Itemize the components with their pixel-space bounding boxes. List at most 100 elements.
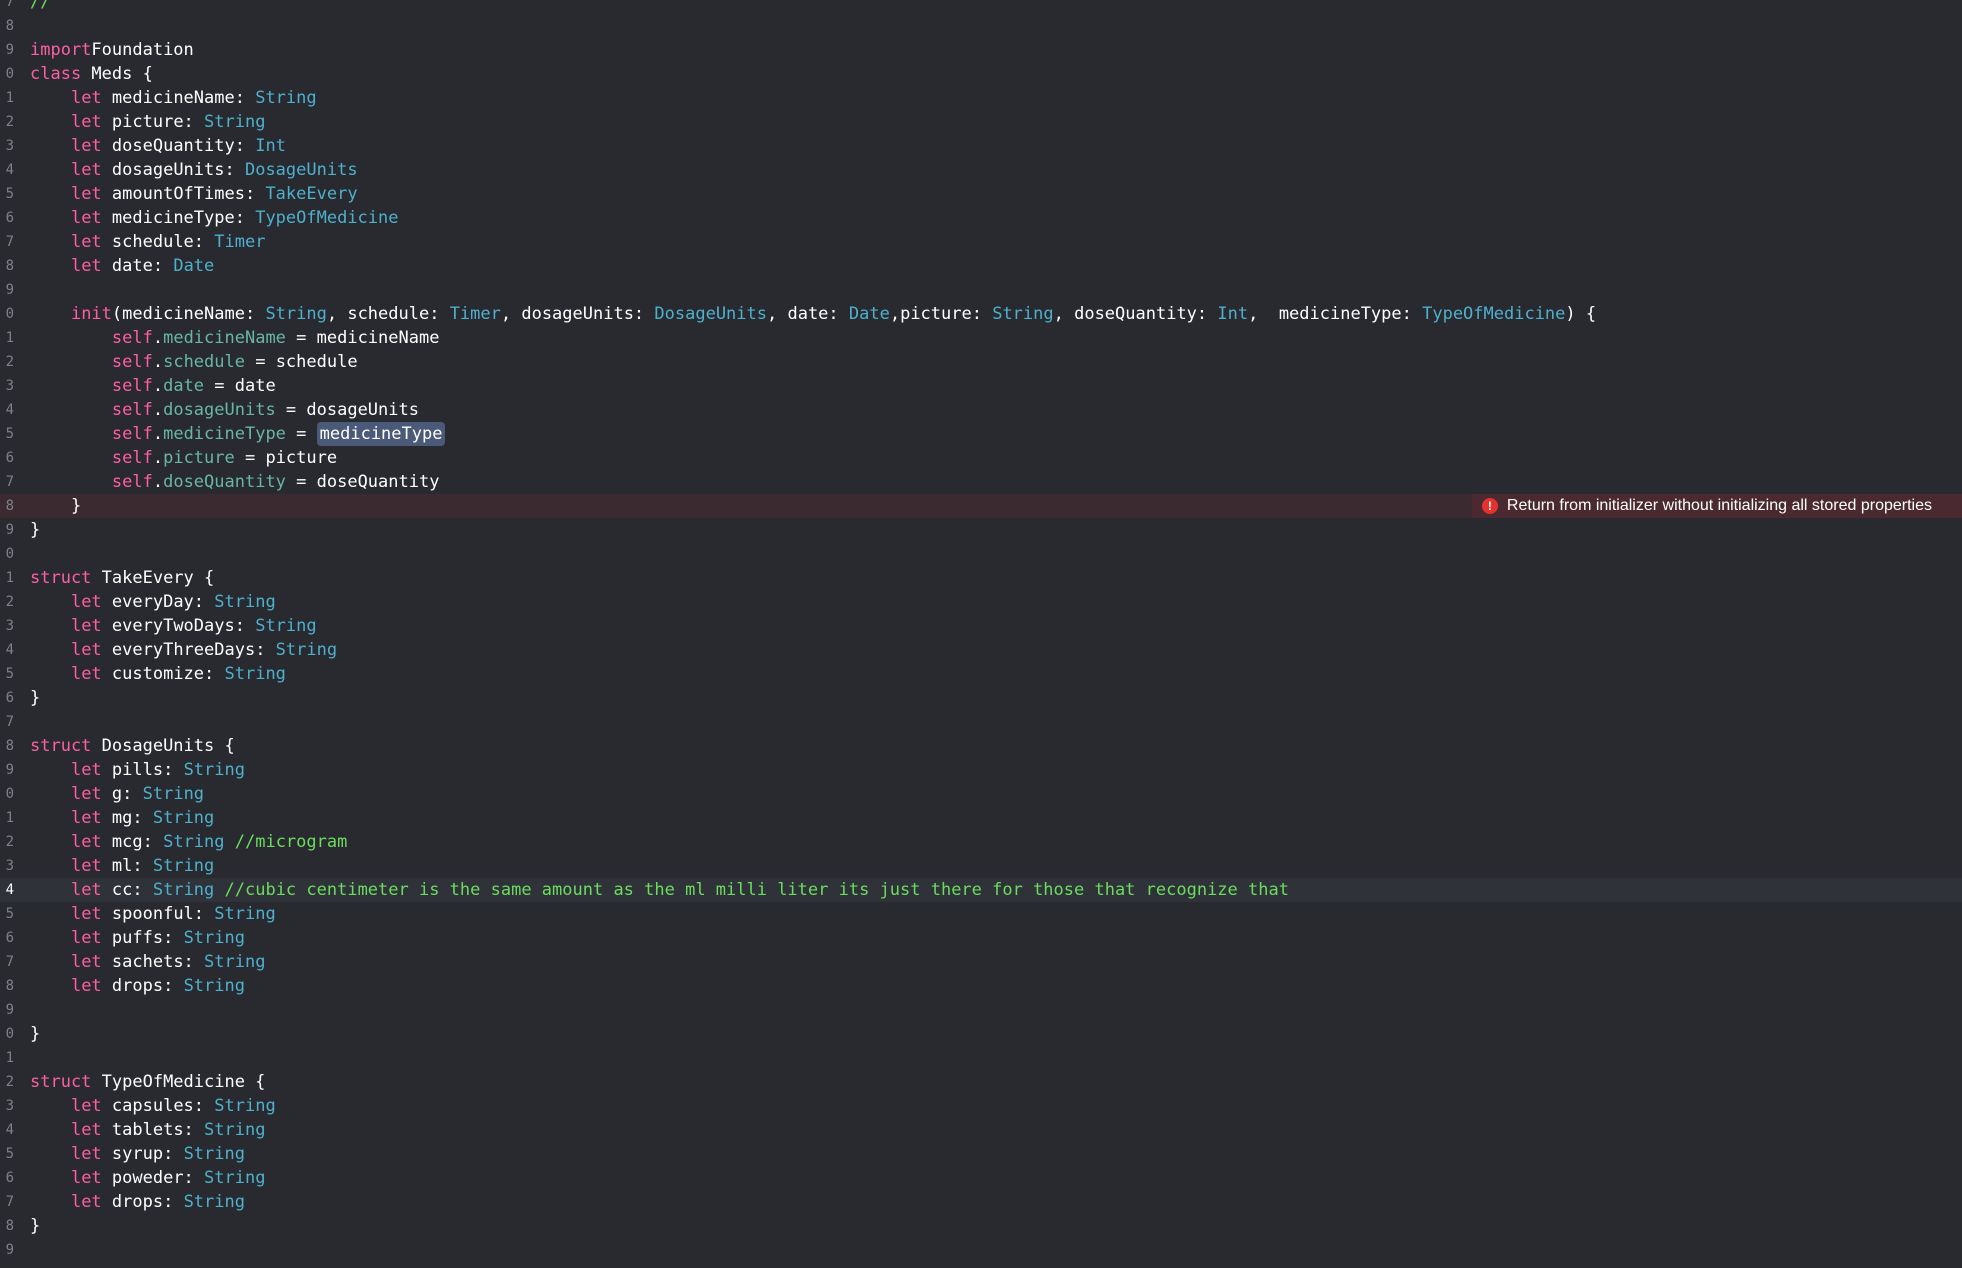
code-line[interactable]: 3 let capsules: String bbox=[0, 1094, 1962, 1118]
code-text[interactable]: let drops: String bbox=[30, 1190, 245, 1214]
code-line[interactable]: 2 struct TypeOfMedicine { bbox=[0, 1070, 1962, 1094]
code-line[interactable]: 5 let syrup: String bbox=[0, 1142, 1962, 1166]
code-text[interactable]: init(medicineName: String, schedule: Tim… bbox=[30, 302, 1596, 326]
code-text[interactable]: let g: String bbox=[30, 782, 204, 806]
code-text[interactable]: } bbox=[30, 1022, 40, 1046]
code-text[interactable]: let poweder: String bbox=[30, 1166, 266, 1190]
code-line[interactable]: 5 let amountOfTimes: TakeEvery bbox=[0, 182, 1962, 206]
code-text[interactable]: importFoundation bbox=[30, 38, 194, 62]
code-line[interactable]: 3 self.date = date bbox=[0, 374, 1962, 398]
code-line[interactable]: 6 self.picture = picture bbox=[0, 446, 1962, 470]
code-text[interactable]: let medicineType: TypeOfMedicine bbox=[30, 206, 399, 230]
code-line[interactable]: 7 // bbox=[0, 0, 1962, 14]
code-line[interactable]: 0 let g: String bbox=[0, 782, 1962, 806]
code-text[interactable]: let schedule: Timer bbox=[30, 230, 266, 254]
code-line[interactable]: 5 let spoonful: String bbox=[0, 902, 1962, 926]
code-line[interactable]: 8 }! Return from initializer without init… bbox=[0, 494, 1962, 518]
code-line[interactable]: 1 self.medicineName = medicineName bbox=[0, 326, 1962, 350]
code-text[interactable]: let date: Date bbox=[30, 254, 214, 278]
code-text[interactable]: let amountOfTimes: TakeEvery bbox=[30, 182, 358, 206]
code-line[interactable]: 2 let everyDay: String bbox=[0, 590, 1962, 614]
code-text[interactable]: self.date = date bbox=[30, 374, 276, 398]
source-editor[interactable]: 7//8 9 importFoundation 0 class Meds {1 let … bbox=[0, 0, 1962, 1268]
code-text[interactable]: let picture: String bbox=[30, 110, 266, 134]
code-text[interactable]: let tablets: String bbox=[30, 1118, 266, 1142]
code-text[interactable]: let everyThreeDays: String bbox=[30, 638, 337, 662]
code-text[interactable]: let capsules: String bbox=[30, 1094, 276, 1118]
code-line[interactable]: 9 bbox=[0, 278, 1962, 302]
code-line[interactable]: 5 self.medicineType = medicineType bbox=[0, 422, 1962, 446]
code-line[interactable]: 8 struct DosageUnits { bbox=[0, 734, 1962, 758]
code-line[interactable]: 8} bbox=[0, 1214, 1962, 1238]
code-line[interactable]: 1 struct TakeEvery { bbox=[0, 566, 1962, 590]
code-text[interactable]: self.picture = picture bbox=[30, 446, 337, 470]
code-text[interactable]: let drops: String bbox=[30, 974, 245, 998]
code-text[interactable]: let mcg: String //microgram bbox=[30, 830, 347, 854]
code-text[interactable]: let syrup: String bbox=[30, 1142, 245, 1166]
code-line[interactable]: 2 self.schedule = schedule bbox=[0, 350, 1962, 374]
code-text[interactable]: self.medicineType = medicineType bbox=[30, 422, 446, 446]
code-line[interactable]: 6 let puffs: String bbox=[0, 926, 1962, 950]
code-line[interactable]: 6 let poweder: String bbox=[0, 1166, 1962, 1190]
code-line[interactable]: 7 let drops: String bbox=[0, 1190, 1962, 1214]
code-text[interactable]: } bbox=[30, 494, 81, 518]
code-text[interactable]: let mg: String bbox=[30, 806, 214, 830]
code-text[interactable]: } bbox=[30, 518, 40, 542]
error-annotation[interactable]: ! Return from initializer without initial… bbox=[1471, 494, 1962, 518]
code-line[interactable]: 4 let dosageUnits: DosageUnits bbox=[0, 158, 1962, 182]
code-text[interactable]: let dosageUnits: DosageUnits bbox=[30, 158, 358, 182]
code-line[interactable]: 5 let customize: String bbox=[0, 662, 1962, 686]
code-line[interactable]: 9 let pills: String bbox=[0, 758, 1962, 782]
code-text[interactable]: self.schedule = schedule bbox=[30, 350, 358, 374]
code-line[interactable]: 0 class Meds { bbox=[0, 62, 1962, 86]
code-text[interactable]: self.dosageUnits = dosageUnits bbox=[30, 398, 419, 422]
code-line[interactable]: 0 bbox=[0, 542, 1962, 566]
code-line[interactable]: 4 self.dosageUnits = dosageUnits bbox=[0, 398, 1962, 422]
code-line[interactable]: 3 let everyTwoDays: String bbox=[0, 614, 1962, 638]
code-line[interactable]: 7 self.doseQuantity = doseQuantity bbox=[0, 470, 1962, 494]
code-text[interactable]: let pills: String bbox=[30, 758, 245, 782]
code-text[interactable]: let doseQuantity: Int bbox=[30, 134, 286, 158]
code-text[interactable]: } bbox=[30, 686, 40, 710]
code-line[interactable]: 0} bbox=[0, 1022, 1962, 1046]
code-line[interactable]: 9 importFoundation bbox=[0, 38, 1962, 62]
code-text[interactable]: struct TypeOfMedicine { bbox=[30, 1070, 265, 1094]
code-line[interactable]: 2 let mcg: String //microgram bbox=[0, 830, 1962, 854]
code-line[interactable]: 3 let doseQuantity: Int bbox=[0, 134, 1962, 158]
code-text[interactable]: let spoonful: String bbox=[30, 902, 276, 926]
code-text[interactable]: let medicineName: String bbox=[30, 86, 317, 110]
code-text[interactable]: } bbox=[30, 1214, 40, 1238]
code-text[interactable]: struct TakeEvery { bbox=[30, 566, 214, 590]
code-text[interactable]: self.medicineName = medicineName bbox=[30, 326, 440, 350]
code-line[interactable]: 7 bbox=[0, 710, 1962, 734]
code-line[interactable]: 7 let sachets: String bbox=[0, 950, 1962, 974]
code-line[interactable]: 6 let medicineType: TypeOfMedicine bbox=[0, 206, 1962, 230]
code-text[interactable]: let ml: String bbox=[30, 854, 214, 878]
code-line[interactable]: 4 let cc: String //cubic centimeter is t… bbox=[0, 878, 1962, 902]
code-text[interactable]: class Meds { bbox=[30, 62, 153, 86]
code-text[interactable]: struct DosageUnits { bbox=[30, 734, 235, 758]
code-line[interactable]: 9 bbox=[0, 998, 1962, 1022]
code-line[interactable]: 2 let picture: String bbox=[0, 110, 1962, 134]
code-text[interactable]: let puffs: String bbox=[30, 926, 245, 950]
code-line[interactable]: 9} bbox=[0, 518, 1962, 542]
code-text[interactable]: let everyDay: String bbox=[30, 590, 276, 614]
code-text[interactable]: // bbox=[30, 0, 50, 14]
code-line[interactable]: 1 let mg: String bbox=[0, 806, 1962, 830]
code-text[interactable]: self.doseQuantity = doseQuantity bbox=[30, 470, 440, 494]
code-line[interactable]: 1 bbox=[0, 1046, 1962, 1070]
code-text[interactable]: let sachets: String bbox=[30, 950, 266, 974]
code-line[interactable]: 8 let drops: String bbox=[0, 974, 1962, 998]
code-line[interactable]: 6} bbox=[0, 686, 1962, 710]
code-line[interactable]: 0 init(medicineName: String, schedule: T… bbox=[0, 302, 1962, 326]
code-line[interactable]: 7 let schedule: Timer bbox=[0, 230, 1962, 254]
code-line[interactable]: 3 let ml: String bbox=[0, 854, 1962, 878]
code-text[interactable]: let cc: String //cubic centimeter is the… bbox=[30, 878, 1289, 902]
code-text[interactable]: let customize: String bbox=[30, 662, 286, 686]
code-line[interactable]: 9 bbox=[0, 1238, 1962, 1262]
code-line[interactable]: 4 let tablets: String bbox=[0, 1118, 1962, 1142]
code-line[interactable]: 8 let date: Date bbox=[0, 254, 1962, 278]
code-line[interactable]: 8 bbox=[0, 14, 1962, 38]
code-line[interactable]: 1 let medicineName: String bbox=[0, 86, 1962, 110]
code-line[interactable]: 4 let everyThreeDays: String bbox=[0, 638, 1962, 662]
